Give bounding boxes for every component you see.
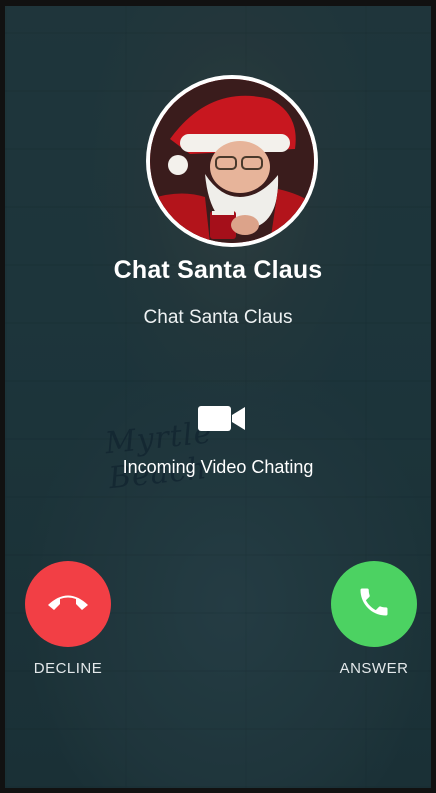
caller-name: Chat Santa Claus (113, 256, 323, 284)
decline-label: DECLINE (33, 660, 103, 677)
caller-avatar (150, 79, 314, 243)
decline-button[interactable] (25, 561, 111, 647)
incoming-call-screen: Myrtle Beach Chat Santa Claus Chat Santa… (0, 0, 436, 793)
caller-avatar-ring (146, 75, 318, 247)
santa-avatar-image (150, 79, 314, 243)
video-camera-icon (198, 405, 246, 432)
phone-icon (356, 584, 392, 625)
caller-subtitle: Chat Santa Claus (143, 307, 293, 328)
answer-label: ANSWER (339, 660, 409, 677)
call-status-text: Incoming Video Chating (122, 457, 314, 477)
phone-hangup-icon (46, 592, 90, 617)
answer-button[interactable] (331, 561, 417, 647)
